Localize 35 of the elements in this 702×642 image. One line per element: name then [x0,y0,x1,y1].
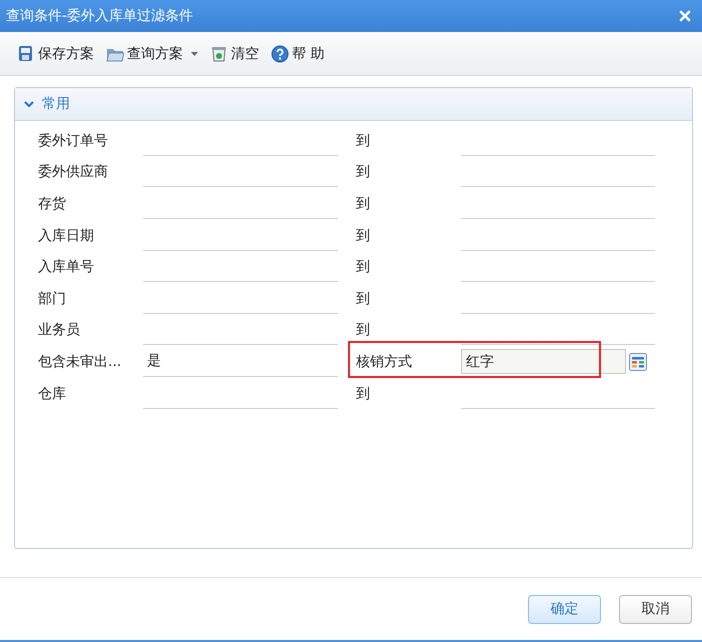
help-icon [271,44,289,62]
field-label: 仓库 [38,384,67,403]
field-label: 存货 [38,194,67,213]
field-label: 到 [356,132,371,150]
field-label: 业务员 [38,321,81,340]
field-label: 委外供应商 [38,163,109,182]
ok-button[interactable]: 确定 [528,594,601,624]
field-label: 核销方式 [356,352,413,371]
toolbar-button[interactable]: 查询方案 [103,42,201,64]
field-label: 到 [356,290,371,308]
field-label: 到 [356,226,371,245]
toolbar-button[interactable]: 清空 [207,42,262,64]
table-picker-icon[interactable] [629,352,647,371]
field-label: 到 [356,258,371,276]
field-label: 入库日期 [38,226,95,245]
input-field[interactable]: 是 [143,346,338,377]
panel-header[interactable]: 常用 [15,88,692,121]
window-title: 查询条件-委外入库单过滤条件 [6,7,194,25]
caret-icon [191,52,198,56]
field-label: 到 [356,194,371,213]
field-label: 到 [356,163,371,182]
field-label: 到 [356,384,371,403]
bin-icon [210,44,228,62]
toolbar-button[interactable]: 帮 助 [268,42,328,64]
field-label: 部门 [38,290,67,308]
cancel-button[interactable]: 取消 [619,594,692,624]
field-label: 到 [356,321,371,340]
input-field[interactable]: 红字 [461,349,626,374]
toolbar-button[interactable]: 保存方案 [14,42,97,64]
field-label: 入库单号 [38,258,95,276]
section-title: 常用 [42,95,70,113]
field-label: 委外订单号 [38,132,109,150]
chevron-icon[interactable] [24,100,34,108]
close-icon[interactable] [678,9,692,23]
field-label: 包含未审出... [38,352,122,371]
